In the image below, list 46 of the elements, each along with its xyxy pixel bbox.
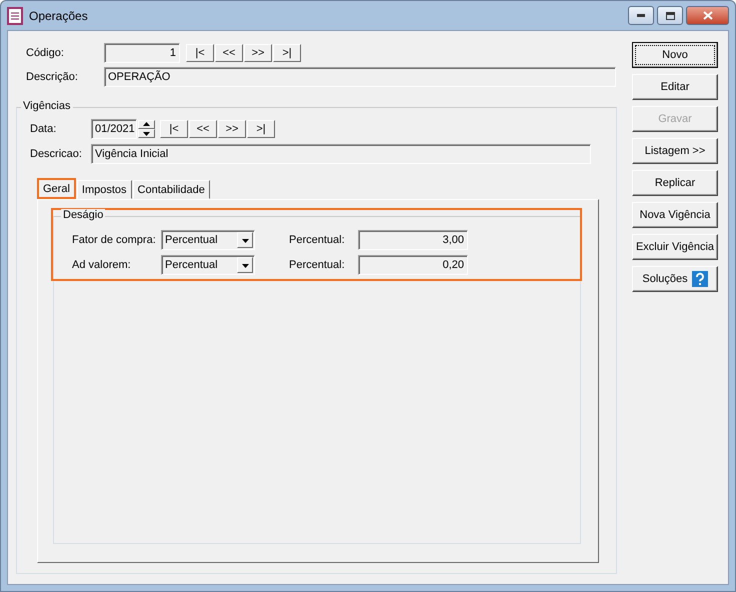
field-label: Percentual: (288, 234, 346, 246)
field-label: Ad valorem: (71, 259, 132, 271)
close-button[interactable] (686, 6, 729, 25)
nav-button[interactable]: |< (160, 120, 188, 138)
maximize-button[interactable] (657, 6, 683, 25)
percent-field[interactable]: 3,00 (358, 230, 468, 250)
action-button[interactable]: Nova Vigência (632, 202, 718, 228)
field-label: Descricao: (29, 148, 83, 160)
field-label: Descrição: (25, 71, 79, 83)
minimize-button[interactable] (628, 6, 654, 25)
action-button[interactable]: Replicar (632, 170, 718, 196)
minimize-icon (637, 14, 645, 17)
spinner[interactable] (138, 120, 155, 138)
group-title: Vigências (21, 100, 72, 112)
action-button[interactable]: Editar (632, 74, 718, 100)
action-button[interactable]: Listagem >> (632, 138, 718, 164)
nav-button[interactable]: >> (218, 120, 246, 138)
nav-button[interactable]: >> (244, 44, 272, 62)
field-label: Código: (25, 47, 65, 59)
description-field[interactable]: OPERAÇÃO (104, 67, 616, 87)
nav-button[interactable]: >| (247, 120, 275, 138)
dropdown[interactable]: Percentual (161, 255, 255, 275)
window-title: Operações (29, 8, 88, 22)
field-label: Fator de compra: (71, 234, 157, 246)
tab[interactable]: Contabilidade (132, 180, 210, 199)
nav-button[interactable]: << (215, 44, 243, 62)
action-button[interactable]: Excluir Vigência (632, 234, 718, 260)
code-field[interactable]: 1 (104, 43, 180, 63)
group-title: Deságio (61, 209, 106, 221)
nav-button[interactable]: |< (186, 44, 214, 62)
action-button[interactable]: Soluções (632, 266, 718, 292)
tab[interactable]: Impostos (76, 180, 132, 199)
document-icon (7, 6, 23, 24)
nav-button[interactable]: >| (273, 44, 301, 62)
close-icon (702, 11, 712, 20)
tab[interactable]: Geral (37, 178, 76, 199)
percent-field[interactable]: 0,20 (358, 255, 468, 275)
maximize-icon (666, 12, 674, 20)
date-field[interactable]: 01/2021 (91, 119, 137, 139)
field-label: Data: (29, 123, 58, 135)
action-button[interactable]: Novo (632, 42, 718, 68)
dropdown[interactable]: Percentual (161, 230, 255, 250)
nav-button[interactable]: << (189, 120, 217, 138)
help-icon (692, 271, 708, 287)
field-label: Percentual: (288, 259, 346, 271)
description-field[interactable]: Vigência Inicial (91, 144, 591, 164)
